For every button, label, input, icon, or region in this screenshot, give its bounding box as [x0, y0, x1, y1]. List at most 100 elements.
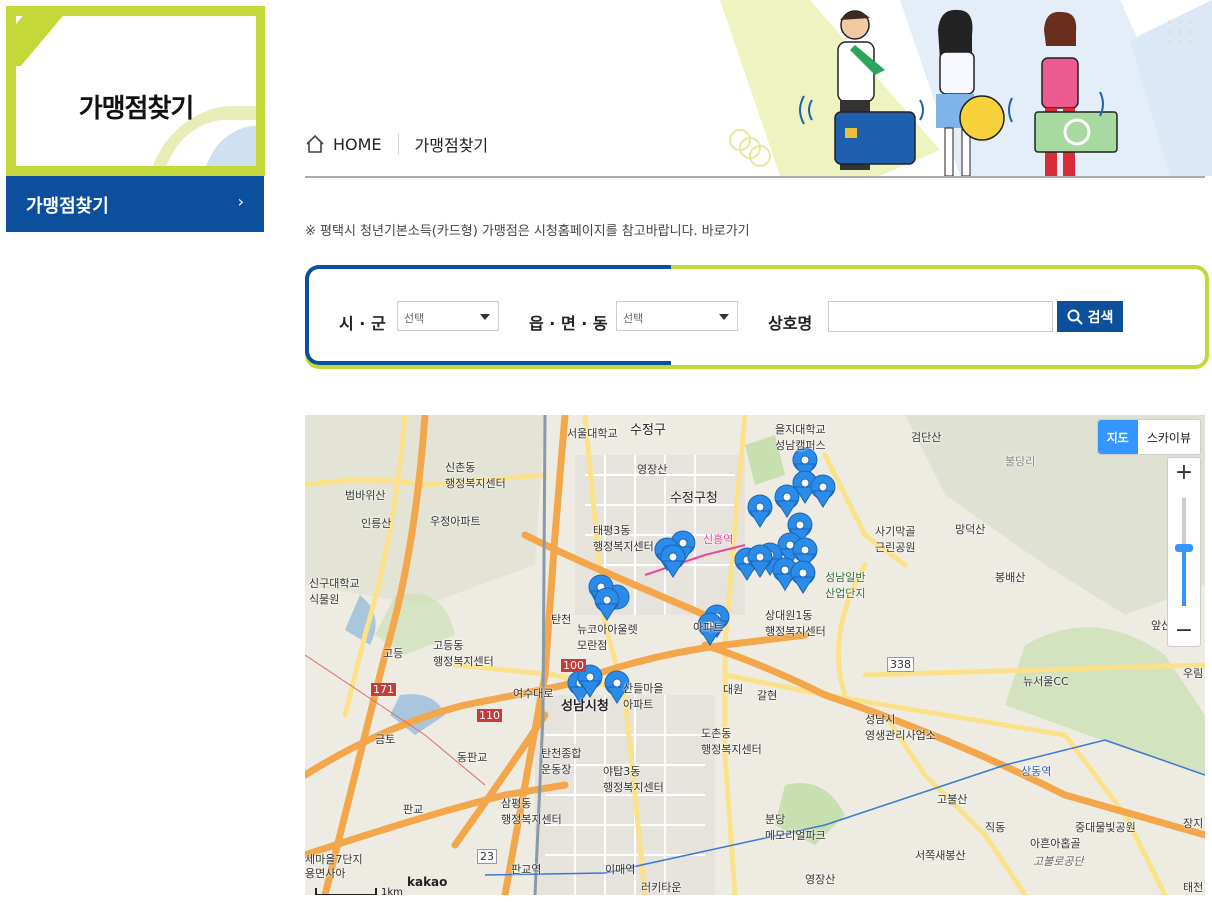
notice-text[interactable]: ※ 평택시 청년기본소득(카드형) 가맹점은 시청홈페이지를 참고바랍니다. 바… — [305, 220, 750, 239]
map-label: 불당리 — [1005, 455, 1036, 468]
map-label: 갈현 — [757, 689, 778, 702]
zoom-slider-handle[interactable] — [1175, 544, 1193, 552]
city-label: 시 · 군 — [339, 314, 386, 333]
map-label: 이매역 — [605, 863, 636, 876]
sidebar-title-box: 가맹점찾기 — [6, 6, 265, 176]
map-label: 신촌동 행정복지센터 — [445, 461, 506, 490]
map-provider-logo: kakao — [407, 875, 448, 889]
sidebar-title: 가맹점찾기 — [78, 94, 195, 124]
map-label: 판교역 — [511, 863, 542, 876]
map-label: 고불산 — [937, 793, 968, 806]
sidebar-item-label: 가맹점찾기 — [26, 196, 109, 217]
scale-label: 1km — [381, 887, 403, 895]
map-label: 판교 — [403, 803, 424, 816]
map-label: 야탑3동 행정복지센터 — [603, 765, 664, 794]
search-button-label: 검색 — [1087, 309, 1114, 326]
breadcrumb: HOME 가맹점찾기 — [305, 132, 488, 156]
map-label: 중대물빛공원 — [1075, 821, 1136, 834]
map-label: 태전 — [1183, 881, 1204, 894]
map-label: 고등동 행정복지센터 — [433, 639, 494, 668]
dropdown-arrow-icon — [480, 314, 490, 320]
map-label: 뉴서울CC — [1023, 675, 1069, 688]
divider — [305, 176, 1205, 178]
map-label: 금토 — [375, 733, 396, 746]
map-label: 신흥역 — [703, 533, 734, 546]
map-label: 영장산 — [637, 463, 668, 476]
city-select[interactable]: 선택 — [397, 301, 499, 331]
map-label: 수정구 — [630, 423, 666, 438]
map-label: 대원 — [723, 683, 744, 696]
map-label: 봉배산 — [995, 571, 1026, 584]
map-label: 아흔아홉골 — [1030, 837, 1081, 850]
map-label: 성남일반 산업단지 — [825, 571, 866, 600]
map-label: 직동 — [985, 821, 1006, 834]
scale-bar-icon — [315, 888, 377, 895]
zoom-slider-fill — [1182, 548, 1186, 606]
chevron-right-icon: › — [237, 192, 244, 211]
road-sign: 171 — [371, 683, 396, 696]
map-label: 러키타운 — [641, 881, 682, 894]
map-label: 사기막골 근린공원 — [875, 525, 916, 554]
store-map[interactable]: 서울대학교 수정구 신촌동 행정복지센터 범바위산 인릉산 우정아파트 영장산 수… — [305, 415, 1205, 895]
map-label: 서울대학교 — [567, 427, 618, 440]
map-label: 성남시청 — [561, 699, 609, 714]
store-name-label: 상호명 — [768, 314, 813, 333]
sidebar-deco — [16, 16, 72, 66]
search-panel: 시 · 군 선택 읍 · 면 · 동 선택 상호명 검색 — [305, 265, 1209, 369]
map-label: 삼평동 행정복지센터 — [501, 797, 562, 826]
map-label: 고불로공단 — [1033, 855, 1084, 868]
search-button[interactable]: 검색 — [1057, 301, 1123, 332]
map-label: 을지대학교 성남캠퍼스 — [775, 423, 826, 452]
sidebar-title-inner: 가맹점찾기 — [16, 16, 256, 166]
dong-label: 읍 · 면 · 동 — [529, 314, 608, 333]
store-name-input[interactable] — [828, 301, 1053, 332]
zoom-control: + − — [1167, 457, 1201, 647]
map-label: 뉴코아아울렛 모란점 — [577, 623, 638, 652]
map-label: 탄천종합 운동장 — [541, 747, 582, 776]
map-label: 태평3동 행정복지센터 — [593, 524, 654, 553]
road-sign: 100 — [561, 659, 586, 672]
map-label: 도촌동 행정복지센터 — [701, 727, 762, 756]
road-sign: 110 — [477, 709, 502, 722]
map-label: 여수대로 — [513, 687, 554, 700]
map-label: 영장산 — [805, 873, 836, 886]
dong-select-value: 선택 — [623, 312, 644, 325]
breadcrumb-separator — [397, 134, 399, 154]
zoom-in-button[interactable]: + — [1168, 458, 1200, 488]
road-sign: 23 — [477, 849, 497, 864]
dong-select[interactable]: 선택 — [616, 301, 738, 331]
map-label: 탄천 — [551, 613, 572, 626]
map-label: 검단산 — [911, 431, 942, 444]
map-label: 분당 메모리얼파크 — [765, 813, 826, 842]
map-label: 성남시 영생관리사업소 — [865, 713, 936, 742]
map-label: 인릉산 — [361, 517, 392, 530]
map-label: 상동역 — [1021, 765, 1052, 778]
map-type-map-button[interactable]: 지도 — [1097, 420, 1138, 454]
map-label: 고등 — [383, 647, 404, 660]
map-label: 우정아파트 — [430, 515, 481, 528]
map-label: 서쪽새봉산 — [915, 849, 966, 862]
map-label: 범바위산 — [345, 489, 386, 502]
road-sign: 338 — [887, 657, 914, 672]
zoom-out-button[interactable]: − — [1168, 616, 1200, 646]
map-label: 신구대학교 식물원 — [309, 577, 360, 606]
search-icon — [1067, 309, 1083, 325]
map-type-skyview-button[interactable]: 스카이뷰 — [1138, 420, 1200, 454]
city-select-value: 선택 — [404, 312, 425, 325]
map-label: 망덕산 — [955, 523, 986, 536]
breadcrumb-current: 가맹점찾기 — [414, 136, 489, 155]
home-icon[interactable] — [305, 134, 325, 154]
map-label: 수정구청 — [670, 491, 718, 506]
sidebar-item-store-search[interactable]: 가맹점찾기 › — [6, 176, 264, 232]
map-label: 우림 — [1183, 667, 1204, 680]
map-label: 산들마을 아파트 — [623, 682, 664, 711]
map-label: 용면사아 — [305, 867, 346, 880]
map-label: 동판교 — [457, 751, 488, 764]
header-banner-illustration — [700, 0, 1212, 176]
breadcrumb-home[interactable]: HOME — [333, 135, 382, 154]
map-label: 아파트 — [693, 621, 724, 634]
map-type-control: 지도 스카이뷰 — [1096, 419, 1201, 455]
map-label: 상대원1동 행정복지센터 — [765, 609, 826, 638]
map-label: 장지 — [1183, 817, 1204, 830]
dropdown-arrow-icon — [719, 314, 729, 320]
